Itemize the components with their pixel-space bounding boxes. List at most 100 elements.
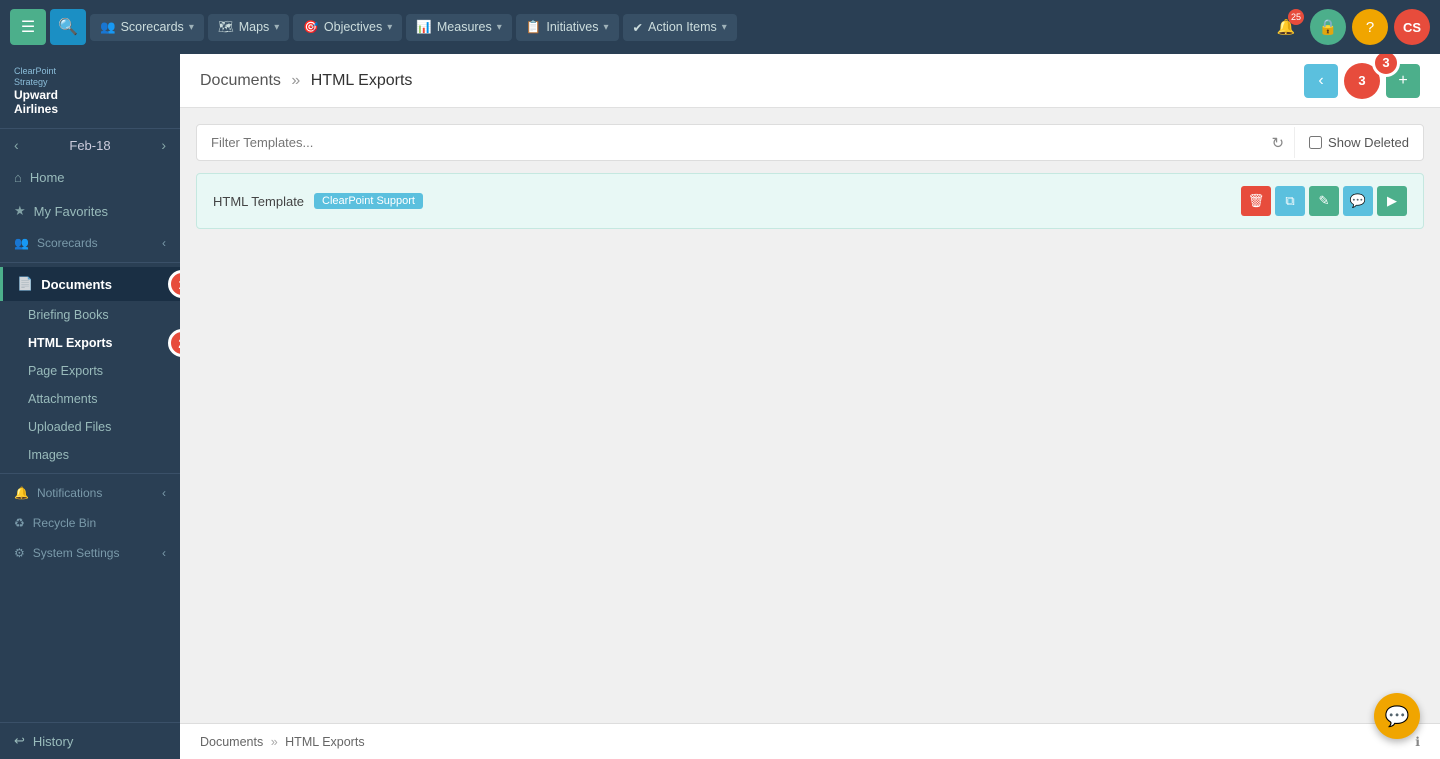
chevron-icon: ▾ — [274, 22, 279, 33]
footer-sep: » — [271, 735, 278, 749]
refresh-button[interactable]: ↻ — [1261, 126, 1294, 160]
sidebar-label-scorecards: Scorecards — [37, 236, 98, 250]
help-icon: ? — [1366, 19, 1374, 36]
sidebar-item-page-exports[interactable]: Page Exports — [0, 357, 180, 385]
recycle-icon: ♻ — [14, 516, 25, 530]
sidebar-item-favorites[interactable]: ★ My Favorites — [0, 194, 180, 228]
run-icon: ▶ — [1387, 193, 1397, 209]
template-name: HTML Template — [213, 194, 304, 209]
chevron-icon: ▾ — [722, 22, 727, 33]
template-copy-button[interactable]: ⧉ — [1275, 186, 1305, 216]
edit-icon: ✎ — [1319, 193, 1330, 209]
maps-icon: 🗺 — [218, 20, 234, 35]
nav-initiatives[interactable]: 📋 Initiatives ▾ — [516, 14, 619, 41]
notifications-icon: 🔔 — [14, 486, 29, 500]
settings-icon: ⚙ — [14, 546, 25, 560]
notification-badge: 25 — [1288, 9, 1304, 25]
history-icon: ↩ — [14, 733, 25, 749]
nav-scorecards[interactable]: 👥 Scorecards ▾ — [90, 14, 204, 41]
chevron-icon: ▾ — [189, 22, 194, 33]
divider-2 — [0, 473, 180, 474]
template-delete-button[interactable]: 🗑 — [1241, 186, 1271, 216]
prev-button[interactable]: ‹ — [1304, 64, 1338, 98]
lock-button[interactable]: 🔒 — [1310, 9, 1346, 45]
counter-value: 3 — [1358, 73, 1365, 88]
nav-maps[interactable]: 🗺 Maps ▾ — [208, 14, 289, 41]
template-badge: ClearPoint Support — [314, 193, 423, 209]
delete-icon: 🗑 — [1248, 193, 1265, 209]
sidebar-item-images[interactable]: Images — [0, 441, 180, 469]
template-run-button[interactable]: ▶ — [1377, 186, 1407, 216]
settings-collapse-icon: ‹ — [162, 546, 166, 560]
hamburger-button[interactable]: ☰ — [10, 9, 46, 45]
top-nav: ☰ 🔍 👥 Scorecards ▾ 🗺 Maps ▾ 🎯 Objectives… — [0, 0, 1440, 54]
breadcrumb-current: HTML Exports — [311, 72, 413, 89]
action-items-icon: ✔ — [633, 20, 643, 35]
sidebar-item-notifications[interactable]: 🔔 Notifications ‹ — [0, 478, 180, 508]
nav-action-items[interactable]: ✔ Action Items ▾ — [623, 14, 737, 41]
chat-bubble-button[interactable]: 💬 — [1374, 693, 1420, 739]
header-actions: ‹ 3 3 + — [1304, 63, 1420, 99]
refresh-icon: ↻ — [1271, 135, 1284, 152]
sidebar: ClearPointStrategy Upward Airlines ‹ Feb… — [0, 54, 180, 759]
filter-templates-input[interactable] — [197, 125, 1261, 160]
footer-breadcrumb: Documents » HTML Exports — [200, 735, 365, 749]
sidebar-item-attachments[interactable]: Attachments — [0, 385, 180, 413]
sidebar-item-history[interactable]: ↩ History — [0, 723, 180, 759]
sidebar-label-favorites: My Favorites — [34, 204, 108, 219]
main-layout: ClearPointStrategy Upward Airlines ‹ Feb… — [0, 54, 1440, 759]
footer-root: Documents — [200, 735, 263, 749]
chat-icon: 💬 — [1385, 704, 1410, 729]
add-button[interactable]: + — [1386, 64, 1420, 98]
home-icon: ⌂ — [14, 170, 22, 185]
nav-objectives[interactable]: 🎯 Objectives ▾ — [293, 14, 402, 41]
documents-wrapper: 📄 Documents 1 — [0, 267, 180, 301]
html-exports-wrapper: HTML Exports 2 — [0, 329, 180, 357]
notifications-button[interactable]: 🔔 25 — [1268, 9, 1304, 45]
search-button[interactable]: 🔍 — [50, 9, 86, 45]
content-body: ↻ Show Deleted HTML Template ClearPoint … — [180, 108, 1440, 723]
sidebar-label-settings: System Settings — [33, 546, 120, 560]
sidebar-brand: ClearPointStrategy Upward Airlines — [0, 54, 180, 129]
lock-icon: 🔒 — [1319, 18, 1338, 36]
chevron-icon: ▾ — [497, 22, 502, 33]
sidebar-item-home[interactable]: ⌂ Home — [0, 161, 180, 194]
nav-measures[interactable]: 📊 Measures ▾ — [406, 14, 512, 41]
sidebar-item-scorecards[interactable]: 👥 Scorecards ‹ — [0, 228, 180, 258]
scorecards-collapse-icon: ‹ — [162, 236, 166, 250]
user-initials: CS — [1403, 20, 1421, 35]
hamburger-icon: ☰ — [21, 17, 35, 37]
next-period-button[interactable]: › — [161, 137, 166, 153]
comment-icon: 💬 — [1350, 193, 1366, 209]
period-label: Feb-18 — [69, 138, 110, 153]
user-button[interactable]: CS — [1394, 9, 1430, 45]
chevron-icon: ▾ — [387, 22, 392, 33]
scorecards-icon: 👥 — [100, 20, 116, 35]
sidebar-label-home: Home — [30, 170, 65, 185]
template-actions: 🗑 ⧉ ✎ 💬 ▶ — [1241, 186, 1407, 216]
search-icon: 🔍 — [58, 17, 78, 37]
show-deleted-checkbox[interactable] — [1309, 136, 1322, 149]
add-icon: + — [1398, 72, 1407, 90]
content-header: Documents » HTML Exports ‹ 3 3 + — [180, 54, 1440, 108]
copy-icon: ⧉ — [1285, 193, 1294, 209]
sidebar-item-briefing-books[interactable]: Briefing Books — [0, 301, 180, 329]
measures-icon: 📊 — [416, 20, 432, 35]
filter-bar: ↻ Show Deleted — [196, 124, 1424, 161]
help-button[interactable]: ? — [1352, 9, 1388, 45]
period-nav: ‹ Feb-18 › — [0, 129, 180, 161]
sidebar-item-uploaded-files[interactable]: Uploaded Files — [0, 413, 180, 441]
show-deleted-text: Show Deleted — [1328, 135, 1409, 150]
sidebar-item-html-exports[interactable]: HTML Exports — [0, 329, 180, 357]
show-deleted-label[interactable]: Show Deleted — [1294, 127, 1423, 158]
sidebar-item-system-settings[interactable]: ⚙ System Settings ‹ — [0, 538, 180, 568]
content-footer: Documents » HTML Exports ℹ — [180, 723, 1440, 759]
counter-button[interactable]: 3 — [1344, 63, 1380, 99]
template-comment-button[interactable]: 💬 — [1343, 186, 1373, 216]
documents-icon: 📄 — [17, 276, 33, 292]
sidebar-item-documents[interactable]: 📄 Documents — [0, 267, 180, 301]
prev-period-button[interactable]: ‹ — [14, 137, 19, 153]
template-edit-button[interactable]: ✎ — [1309, 186, 1339, 216]
sidebar-item-recycle-bin[interactable]: ♻ Recycle Bin — [0, 508, 180, 538]
sidebar-label-notifications: Notifications — [37, 486, 102, 500]
